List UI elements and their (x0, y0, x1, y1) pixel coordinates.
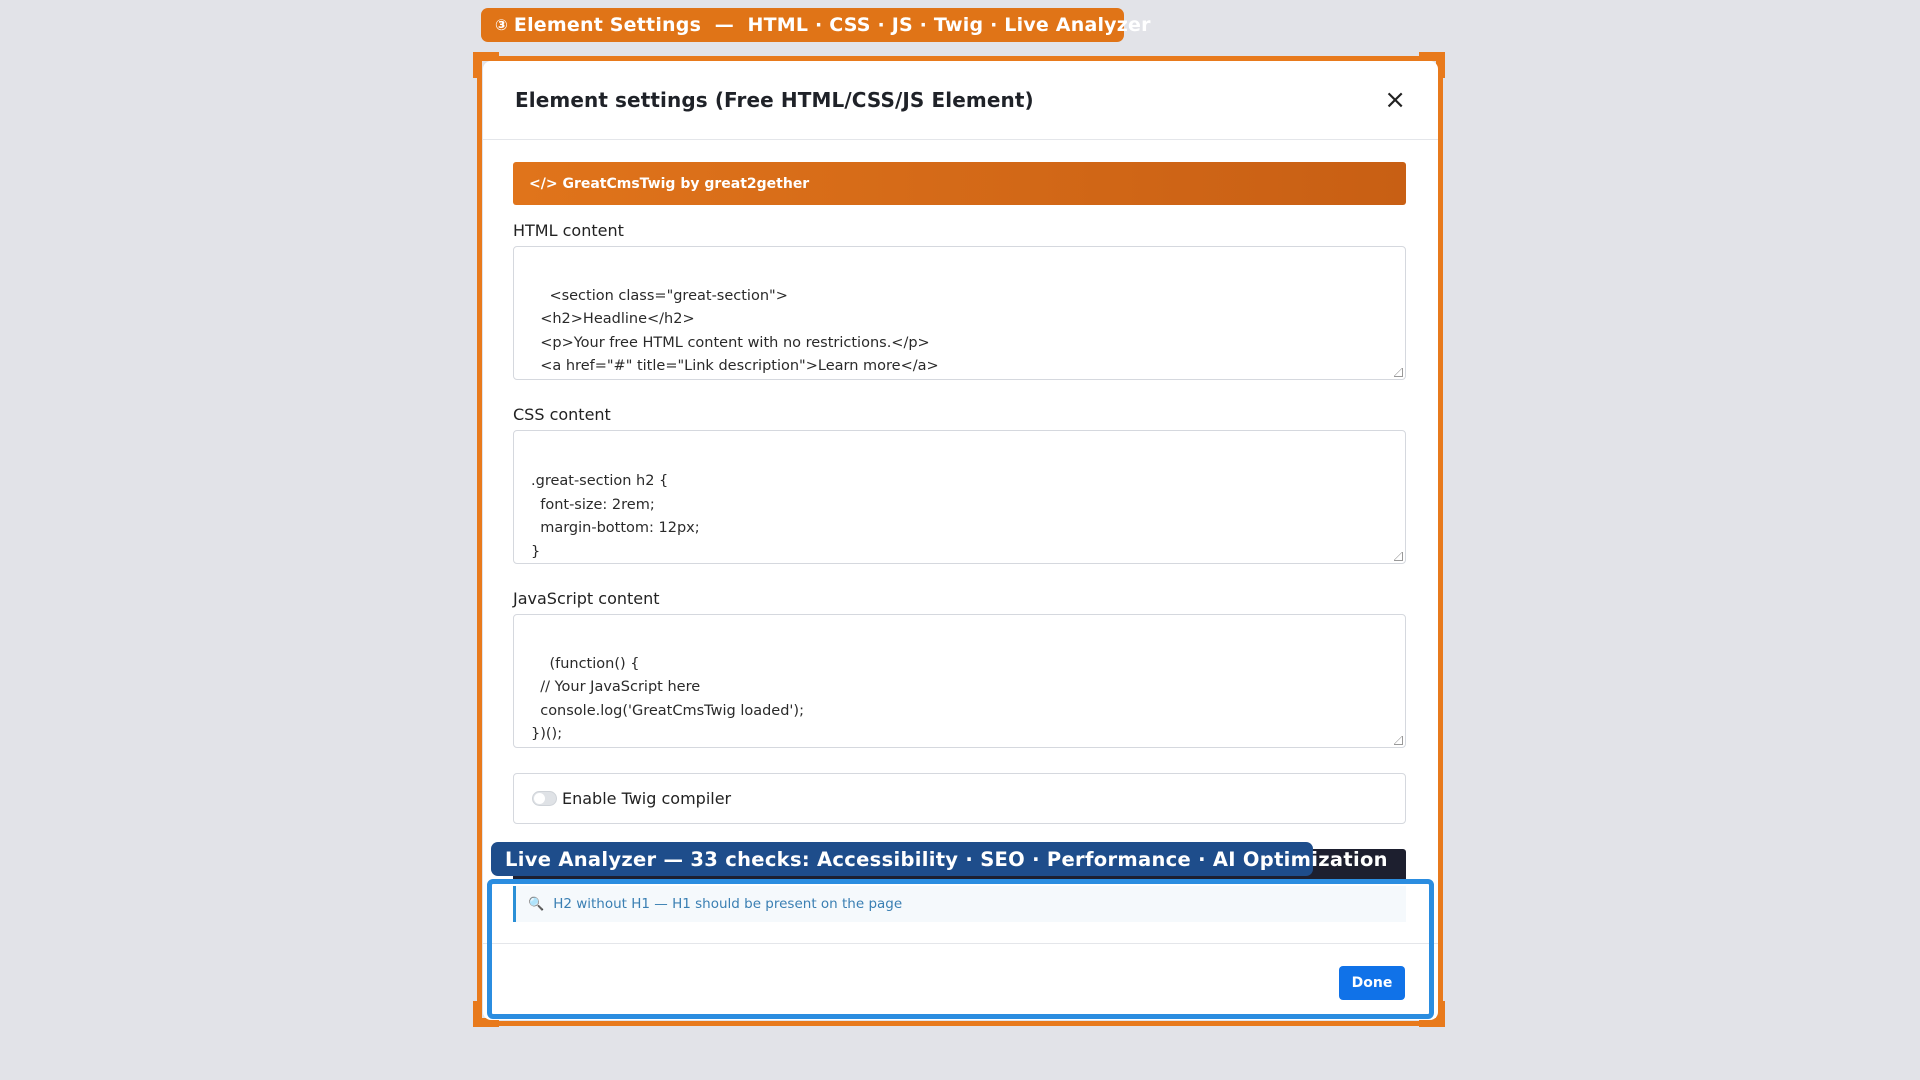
step-number: ③ (495, 16, 508, 34)
brand-bar: </> GreatCmsTwig by great2gether (513, 162, 1406, 205)
javascript-content-value: (function() { // Your JavaScript here co… (531, 655, 804, 743)
highlight-frame-blue (487, 879, 1434, 1019)
javascript-content-editor[interactable]: (function() { // Your JavaScript here co… (513, 614, 1406, 748)
html-content-value: <section class="great-section"> <h2>Head… (540, 287, 939, 375)
html-content-editor[interactable]: <section class="great-section"> <h2>Head… (513, 246, 1406, 380)
twig-compiler-option: Enable Twig compiler (513, 773, 1406, 824)
twig-compiler-label: Enable Twig compiler (562, 789, 732, 808)
close-icon[interactable]: × (1384, 87, 1406, 113)
live-analyzer-label: Live Analyzer — 33 checks: Accessibility… (491, 842, 1388, 876)
twig-compiler-toggle[interactable] (532, 791, 557, 806)
javascript-content-label: JavaScript content (513, 589, 660, 608)
step-badge-text: Element Settings — HTML · CSS · JS · Twi… (513, 14, 1151, 36)
element-settings-modal: Element settings (Free HTML/CSS/JS Eleme… (483, 61, 1438, 1020)
resize-handle-icon[interactable] (1394, 368, 1403, 377)
resize-handle-icon[interactable] (1394, 552, 1403, 561)
css-content-editor[interactable]: .great-section h2 { font-size: 2rem; mar… (513, 430, 1406, 564)
css-content-label: CSS content (513, 405, 611, 424)
step-badge: ③ Element Settings — HTML · CSS · JS · T… (481, 8, 1150, 42)
css-content-value: .great-section h2 { font-size: 2rem; mar… (531, 473, 700, 560)
modal-header: Element settings (Free HTML/CSS/JS Eleme… (483, 61, 1438, 140)
html-content-label: HTML content (513, 221, 624, 240)
modal-title: Element settings (Free HTML/CSS/JS Eleme… (515, 88, 1034, 112)
resize-handle-icon[interactable] (1394, 736, 1403, 745)
